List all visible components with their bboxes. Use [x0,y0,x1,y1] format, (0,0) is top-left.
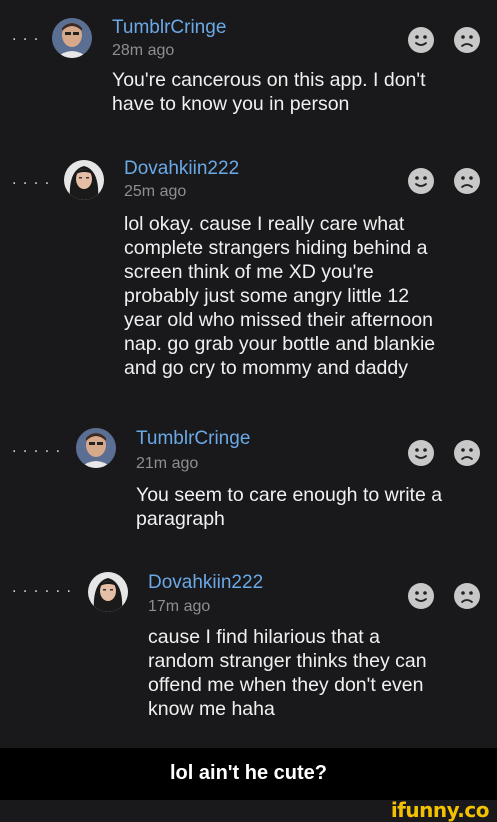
comment-item: · · · · Dovahkiin222 25m ago lol okay. c… [0,140,497,410]
thread-depth-dots: · · · [12,32,40,48]
ifunny-watermark: ifunny.co [390,798,490,822]
caption-bar: lol ain't he cute? [0,748,497,800]
smiley-face-icon[interactable] [408,27,434,53]
frowning-face-icon[interactable] [454,27,480,53]
username[interactable]: Dovahkiin222 [148,572,263,594]
timestamp: 17m ago [148,598,211,615]
avatar[interactable] [52,18,92,58]
comment-text: cause I find hilarious that a random str… [148,626,427,720]
smiley-face-icon[interactable] [408,583,434,609]
frowning-face-icon[interactable] [454,440,480,466]
comment-thread: · · · TumblrCringe 28m ago You're cancer… [0,0,497,748]
comment-text: You're cancerous on this app. I don't ha… [112,69,426,115]
comment-text: You seem to care enough to write a parag… [136,484,443,530]
username[interactable]: Dovahkiin222 [124,158,239,180]
avatar[interactable] [64,160,104,200]
avatar[interactable] [88,572,128,612]
timestamp: 21m ago [136,455,199,472]
comment-item: · · · · · · Dovahkiin222 17m ago cause I… [0,560,497,748]
comment-text: lol okay. cause I really care what compl… [124,213,436,379]
username[interactable]: TumblrCringe [136,428,250,450]
frowning-face-icon[interactable] [454,583,480,609]
smiley-face-icon[interactable] [408,168,434,194]
smiley-face-icon[interactable] [408,440,434,466]
thread-depth-dots: · · · · [12,176,51,192]
thread-depth-dots: · · · · · · [12,584,72,600]
timestamp: 25m ago [124,183,187,200]
frowning-face-icon[interactable] [454,168,480,194]
thread-depth-dots: · · · · · [12,444,62,460]
comment-item: · · · · · TumblrCringe 21m ago You seem … [0,410,497,560]
caption-text: lol ain't he cute? [170,762,327,784]
footer-bar: ifunny.co [0,798,497,822]
timestamp: 28m ago [112,42,175,59]
username[interactable]: TumblrCringe [112,17,226,39]
avatar[interactable] [76,428,116,468]
comment-item: · · · TumblrCringe 28m ago You're cancer… [0,0,497,140]
